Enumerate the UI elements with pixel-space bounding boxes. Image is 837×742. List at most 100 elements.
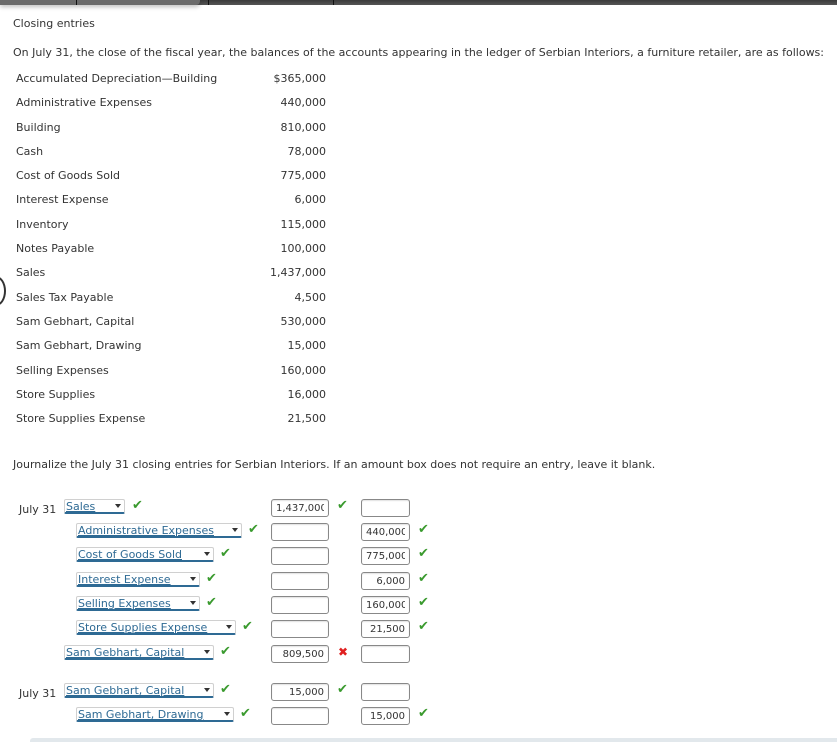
ledger-row: Store Supplies Expense 21,500	[16, 412, 326, 436]
credit-input[interactable]	[361, 523, 410, 541]
debit-input[interactable]	[271, 707, 329, 725]
instruction-text: Journalize the July 31 closing entries f…	[13, 458, 656, 471]
ledger-account: Sam Gebhart, Capital	[16, 314, 135, 328]
chevron-down-icon	[224, 712, 230, 716]
chevron-down-icon	[204, 650, 210, 654]
account-select-value: Sales	[66, 500, 96, 513]
account-select-value: Selling Expenses	[78, 597, 171, 610]
ledger-row: Notes Payable 100,000	[16, 242, 326, 266]
ledger-amount: 530,000	[280, 314, 327, 328]
ledger-account: Accumulated Depreciation—Building	[16, 72, 218, 85]
chevron-down-icon	[204, 688, 210, 692]
journal-row: Sam Gebhart, Drawing ✔ ✔	[0, 706, 837, 727]
account-select[interactable]: Cost of Goods Sold	[76, 547, 214, 562]
debit-input[interactable]	[271, 547, 329, 565]
x-icon: ✖	[338, 645, 349, 659]
account-select-value: Interest Expense	[78, 573, 171, 586]
ledger-account: Sales Tax Payable	[16, 290, 114, 304]
account-select[interactable]: Administrative Expenses	[76, 523, 242, 538]
chevron-down-icon	[190, 577, 196, 581]
ledger-row: Sales Tax Payable 4,500	[16, 291, 326, 315]
ledger-account: Building	[16, 120, 61, 134]
toolbar-tab-active[interactable]	[0, 0, 200, 5]
account-select[interactable]: Sales	[64, 499, 125, 514]
check-icon: ✔	[220, 682, 231, 697]
ledger-account: Selling Expenses	[16, 363, 109, 377]
journal-row: Selling Expenses ✔ ✔	[0, 595, 837, 616]
ledger-amount: 78,000	[287, 144, 327, 158]
check-icon: ✔	[242, 619, 253, 634]
account-select[interactable]: Sam Gebhart, Capital	[64, 683, 214, 698]
check-icon: ✔	[220, 546, 231, 561]
ledger-amount: 16,000	[287, 387, 327, 401]
chevron-down-icon	[204, 552, 210, 556]
account-select-value: Cost of Goods Sold	[78, 548, 182, 561]
check-icon: ✔	[132, 498, 143, 513]
credit-input[interactable]	[361, 620, 410, 638]
account-select[interactable]: Interest Expense	[76, 572, 200, 587]
toolbar-divider	[76, 0, 77, 5]
ledger-table: Accumulated Depreciation—Building $365,00…	[16, 72, 326, 436]
check-icon: ✔	[240, 706, 251, 721]
check-icon: ✔	[248, 522, 259, 537]
credit-input[interactable]	[361, 707, 410, 725]
credit-input[interactable]	[361, 499, 410, 517]
ledger-row: Sam Gebhart, Drawing 15,000	[16, 339, 326, 363]
ledger-row: Selling Expenses 160,000	[16, 364, 326, 388]
ledger-row: Store Supplies 16,000	[16, 388, 326, 412]
check-icon: ✔	[418, 522, 429, 537]
ledger-row: Cost of Goods Sold 775,000	[16, 169, 326, 193]
chevron-down-icon	[226, 625, 232, 629]
account-select-value: Administrative Expenses	[78, 524, 214, 537]
ledger-row: Sam Gebhart, Capital 530,000	[16, 315, 326, 339]
debit-input[interactable]	[271, 620, 329, 638]
debit-input[interactable]	[271, 683, 329, 701]
footer-panel	[30, 738, 837, 742]
check-icon: ✔	[418, 619, 429, 634]
ledger-row: Sales 1,437,000	[16, 266, 326, 290]
check-icon: ✔	[418, 571, 429, 586]
account-select-value: Sam Gebhart, Capital	[66, 646, 185, 659]
ledger-amount: 15,000	[287, 339, 327, 353]
debit-input[interactable]	[271, 523, 329, 541]
check-icon: ✔	[337, 682, 348, 697]
ledger-row: Administrative Expenses 440,000	[16, 96, 326, 120]
credit-input[interactable]	[361, 645, 410, 663]
ledger-row: Inventory 115,000	[16, 218, 326, 242]
journal-row: Administrative Expenses ✔ ✔	[0, 522, 837, 543]
ledger-account: Store Supplies Expense	[16, 412, 146, 426]
ledger-amount: 775,000	[280, 169, 327, 183]
ledger-account: Inventory	[16, 217, 69, 231]
check-icon: ✔	[337, 498, 348, 513]
page-title: Closing entries	[13, 17, 95, 30]
chevron-down-icon	[115, 504, 121, 508]
credit-input[interactable]	[361, 683, 410, 701]
ledger-amount: 115,000	[280, 217, 327, 231]
account-select[interactable]: Sam Gebhart, Drawing	[76, 707, 234, 722]
journal-row: Store Supplies Expense ✔ ✔	[0, 619, 837, 640]
account-select-value: Store Supplies Expense	[78, 621, 208, 634]
debit-input[interactable]	[271, 572, 329, 590]
credit-input[interactable]	[361, 547, 410, 565]
account-select[interactable]: Selling Expenses	[76, 596, 200, 611]
ledger-account: Interest Expense	[16, 193, 109, 207]
check-icon: ✔	[418, 706, 429, 721]
check-icon: ✔	[418, 546, 429, 561]
credit-input[interactable]	[361, 596, 410, 614]
debit-input[interactable]	[271, 499, 329, 517]
check-icon: ✔	[220, 644, 231, 659]
ledger-row: Interest Expense 6,000	[16, 193, 326, 217]
top-toolbar	[0, 0, 837, 5]
ledger-amount: 4,500	[294, 290, 327, 304]
debit-input[interactable]	[271, 645, 329, 663]
debit-input[interactable]	[271, 596, 329, 614]
ledger-account: Sales	[16, 266, 46, 280]
side-panel-handle[interactable]	[0, 276, 6, 306]
ledger-account: Cost of Goods Sold	[16, 169, 120, 183]
entry-date: July 31	[19, 687, 57, 700]
credit-input[interactable]	[361, 572, 410, 590]
toolbar-divider	[333, 0, 334, 5]
account-select[interactable]: Store Supplies Expense	[76, 620, 236, 635]
ledger-amount: 160,000	[280, 363, 327, 377]
account-select[interactable]: Sam Gebhart, Capital	[64, 645, 214, 660]
